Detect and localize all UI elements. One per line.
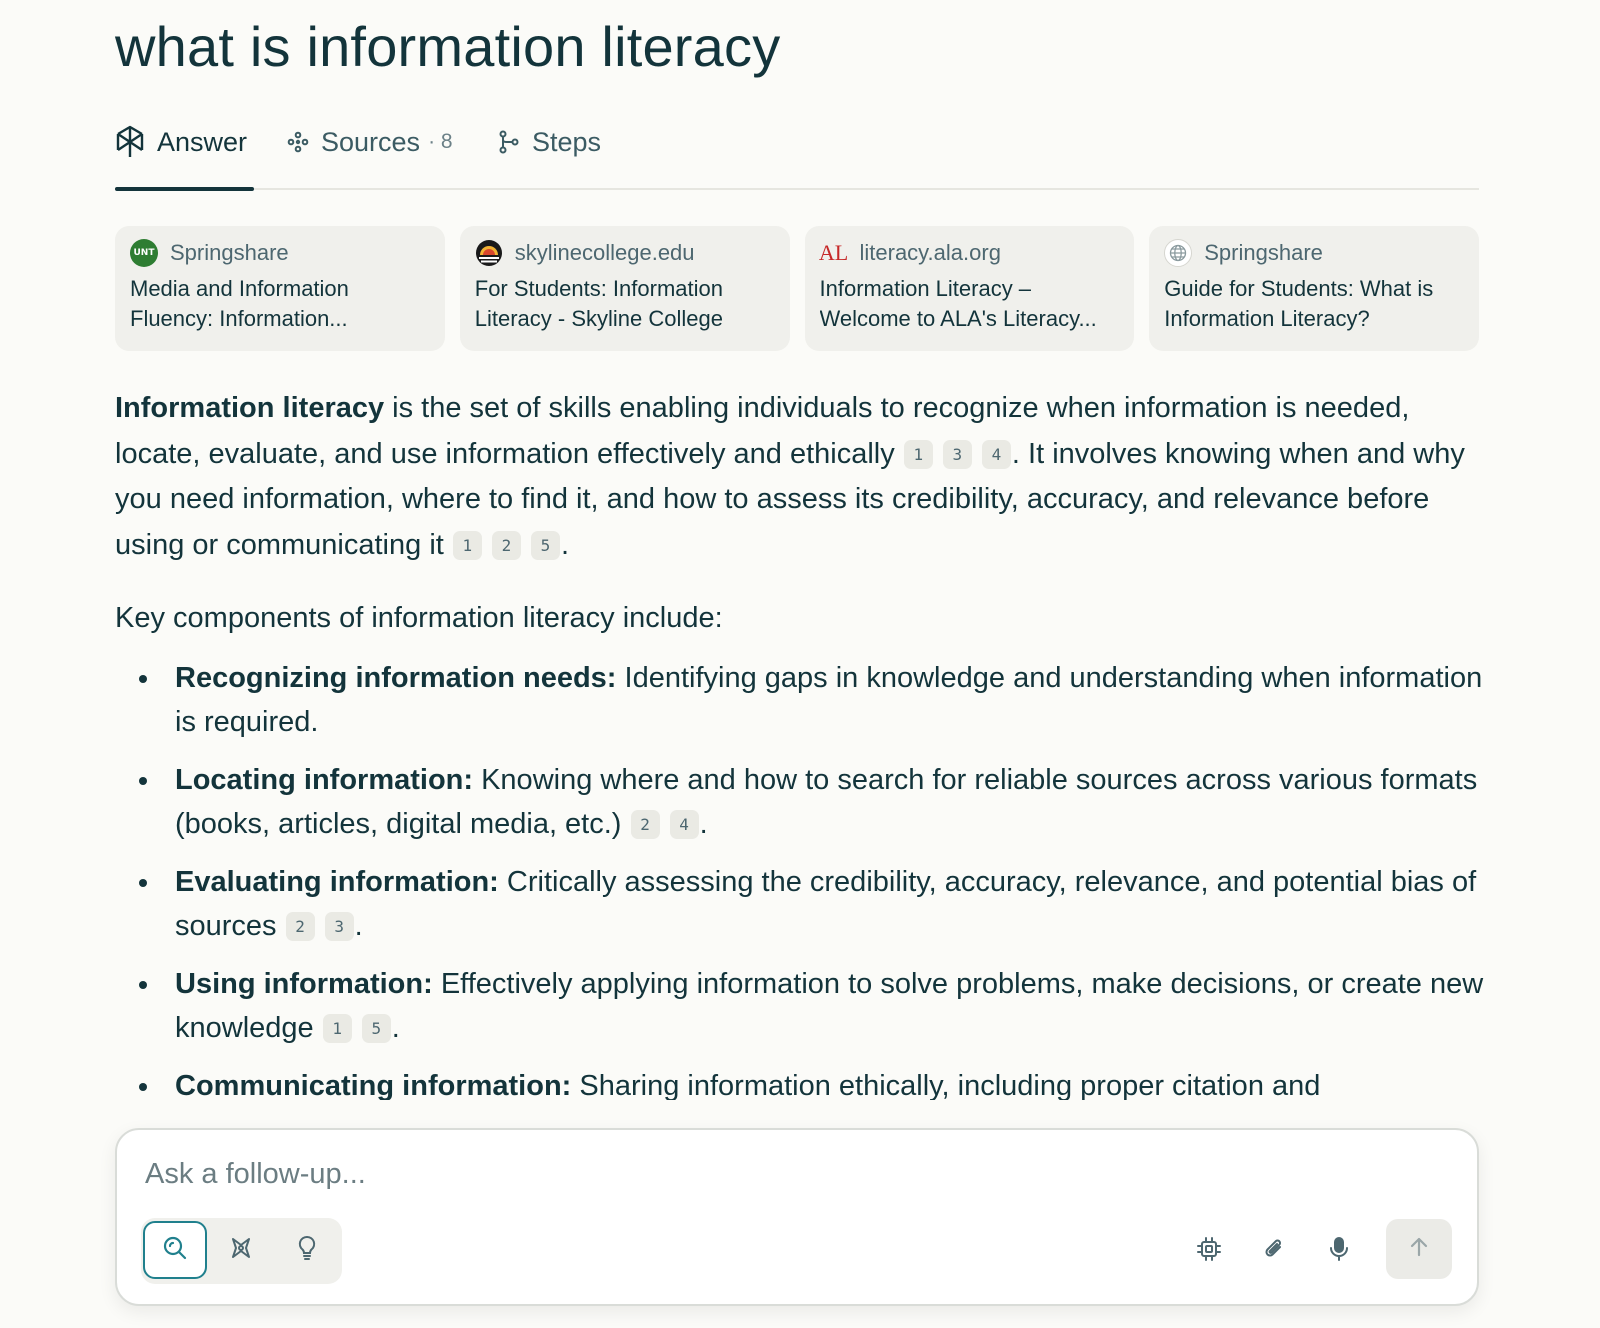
components-intro: Key components of information literacy i… xyxy=(115,602,723,634)
answer-term: Information literacy xyxy=(115,392,385,424)
source-card[interactable]: Springshare Guide for Students: What is … xyxy=(1149,226,1479,351)
component-desc: Sharing information ethically, including… xyxy=(571,1069,1321,1102)
tab-sources-label: Sources xyxy=(321,126,421,157)
steps-icon xyxy=(498,130,520,154)
citation-badge[interactable]: 2 xyxy=(285,911,315,941)
answer-body: Information literacy is the set of skill… xyxy=(115,386,1485,1122)
perplexity-logo-icon xyxy=(115,125,145,159)
component-term: Using information: xyxy=(175,967,433,1000)
list-item: Recognizing information needs: Identifyi… xyxy=(139,656,1485,744)
component-term: Locating information: xyxy=(175,763,474,796)
search-mode-button[interactable] xyxy=(143,1221,207,1279)
source-card[interactable]: UNT Springshare Media and Information Fl… xyxy=(115,226,445,351)
skyline-logo-icon xyxy=(475,239,503,267)
answer-text: . xyxy=(561,528,570,561)
list-item: Locating information: Knowing where and … xyxy=(139,758,1485,846)
microphone-icon xyxy=(1325,1235,1353,1268)
citation-badge[interactable]: 2 xyxy=(630,809,660,839)
source-cards: UNT Springshare Media and Information Fl… xyxy=(115,226,1479,351)
tab-sources[interactable]: Sources · 8 xyxy=(287,122,453,162)
sources-icon xyxy=(287,131,309,153)
arrow-up-icon xyxy=(1407,1235,1431,1264)
list-item: Using information: Effectively applying … xyxy=(139,962,1485,1050)
query-title: what is information literacy xyxy=(115,15,781,78)
source-domain: literacy.ala.org xyxy=(859,240,1001,265)
attach-button[interactable] xyxy=(1249,1226,1299,1276)
follow-up-composer xyxy=(115,1128,1479,1306)
result-tabs: Answer Sources · 8 Steps xyxy=(115,112,1479,191)
tab-steps-label: Steps xyxy=(532,126,602,157)
source-title: Guide for Students: What is Information … xyxy=(1164,276,1434,331)
research-mode-button[interactable] xyxy=(209,1221,273,1279)
citation-badge[interactable]: 4 xyxy=(669,809,699,839)
sources-count: · 8 xyxy=(428,130,453,153)
voice-button[interactable] xyxy=(1314,1226,1364,1276)
source-domain: Springshare xyxy=(170,240,289,265)
citation-badge[interactable]: 1 xyxy=(903,439,933,469)
unt-logo-icon: UNT xyxy=(130,239,158,267)
citation-badge[interactable]: 3 xyxy=(324,911,354,941)
source-card[interactable]: skylinecollege.edu For Students: Informa… xyxy=(459,226,790,351)
citation-badge[interactable]: 5 xyxy=(531,530,560,560)
citation-badge[interactable]: 1 xyxy=(322,1013,352,1043)
active-tab-indicator xyxy=(115,187,254,191)
follow-up-input[interactable] xyxy=(143,1148,1247,1200)
tab-steps[interactable]: Steps xyxy=(498,122,601,162)
citation-badge[interactable]: 3 xyxy=(942,439,972,469)
components-list: Recognizing information needs: Identifyi… xyxy=(115,656,1485,1108)
source-title: For Students: Information Literacy - Sky… xyxy=(474,276,723,331)
tab-answer[interactable]: Answer xyxy=(115,122,247,162)
model-select-button[interactable] xyxy=(1184,1226,1234,1276)
citation-badge[interactable]: 1 xyxy=(452,530,482,560)
source-domain: Springshare xyxy=(1204,240,1323,265)
component-term: Recognizing information needs: xyxy=(175,661,617,694)
source-card[interactable]: AL literacy.ala.org Information Literacy… xyxy=(804,226,1135,351)
source-domain: skylinecollege.edu xyxy=(514,240,695,265)
paperclip-icon xyxy=(1260,1235,1288,1268)
citation-badge[interactable]: 5 xyxy=(361,1013,391,1043)
source-title: Information Literacy – Welcome to ALA's … xyxy=(819,276,1097,331)
lightbulb-icon xyxy=(293,1234,321,1267)
labs-mode-button[interactable] xyxy=(275,1221,339,1279)
citation-badge[interactable]: 2 xyxy=(491,530,521,560)
component-term: Evaluating information: xyxy=(175,865,499,898)
list-item: Evaluating information: Critically asses… xyxy=(139,860,1485,948)
send-button[interactable] xyxy=(1386,1219,1452,1279)
search-icon xyxy=(161,1234,189,1267)
research-icon xyxy=(227,1234,255,1267)
source-title: Media and Information Fluency: Informati… xyxy=(130,276,349,331)
tab-answer-label: Answer xyxy=(157,126,248,157)
citation-badge[interactable]: 4 xyxy=(981,439,1011,469)
globe-icon xyxy=(1164,239,1193,267)
ala-logo-icon: AL xyxy=(818,240,849,265)
component-term: Communicating information: xyxy=(175,1069,572,1102)
answer-paragraph: Information literacy is the set of skill… xyxy=(115,386,1485,568)
chip-icon xyxy=(1195,1235,1223,1268)
search-mode-toggle xyxy=(141,1218,342,1284)
